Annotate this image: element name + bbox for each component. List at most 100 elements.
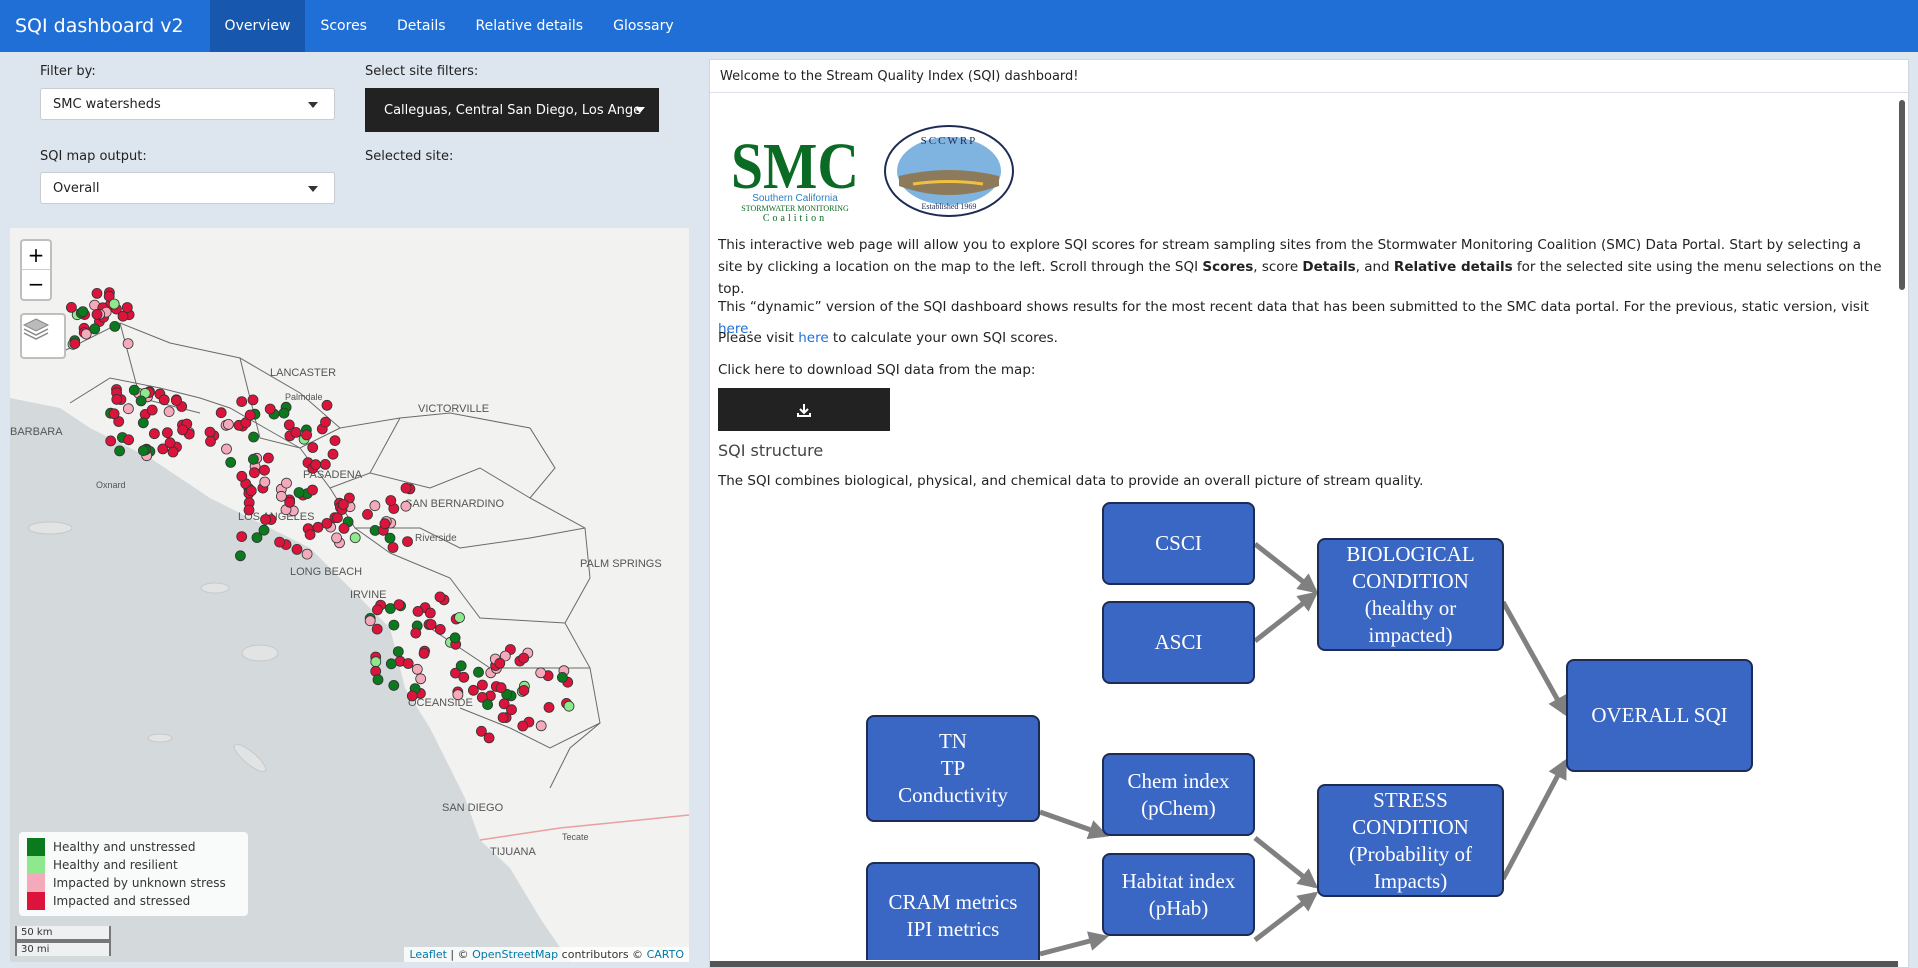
- site-marker[interactable]: [236, 470, 248, 482]
- site-marker[interactable]: [275, 490, 287, 502]
- site-marker[interactable]: [264, 403, 276, 415]
- site-marker[interactable]: [301, 429, 313, 441]
- zoom-out-button[interactable]: −: [22, 270, 50, 299]
- site-marker[interactable]: [161, 427, 173, 439]
- site-marker[interactable]: [319, 458, 331, 470]
- site-marker[interactable]: [476, 679, 488, 691]
- site-marker[interactable]: [400, 482, 412, 494]
- site-marker[interactable]: [385, 658, 397, 670]
- site-map[interactable]: LANCASTER Palmdale VICTORVILLE BARBARA O…: [10, 228, 689, 962]
- site-marker[interactable]: [307, 484, 318, 496]
- site-marker[interactable]: [111, 393, 123, 405]
- site-marker[interactable]: [320, 416, 331, 428]
- site-marker[interactable]: [425, 619, 437, 630]
- site-marker[interactable]: [388, 619, 400, 631]
- map-output-select[interactable]: Overall: [40, 172, 335, 204]
- site-marker[interactable]: [108, 408, 120, 420]
- site-marker[interactable]: [248, 431, 260, 443]
- site-marker[interactable]: [304, 529, 316, 541]
- site-marker[interactable]: [392, 646, 404, 658]
- site-marker[interactable]: [137, 445, 149, 457]
- site-marker[interactable]: [406, 690, 418, 702]
- site-marker[interactable]: [379, 518, 391, 530]
- site-marker[interactable]: [393, 599, 405, 611]
- carto-link[interactable]: CARTO: [647, 948, 684, 961]
- site-marker[interactable]: [563, 700, 575, 712]
- site-marker[interactable]: [148, 428, 160, 440]
- site-marker[interactable]: [434, 623, 446, 635]
- site-marker[interactable]: [77, 306, 89, 317]
- site-marker[interactable]: [274, 536, 286, 548]
- site-marker[interactable]: [331, 532, 343, 544]
- site-marker[interactable]: [329, 435, 341, 447]
- site-marker[interactable]: [402, 536, 413, 548]
- site-marker[interactable]: [258, 524, 270, 536]
- site-marker[interactable]: [387, 542, 399, 553]
- site-marker[interactable]: [467, 684, 479, 696]
- site-marker[interactable]: [222, 418, 234, 430]
- site-marker[interactable]: [321, 517, 333, 529]
- site-marker[interactable]: [338, 522, 350, 534]
- site-marker[interactable]: [291, 543, 303, 555]
- site-marker[interactable]: [170, 395, 182, 406]
- site-marker[interactable]: [236, 531, 248, 543]
- tab-relative-details[interactable]: Relative details: [461, 0, 599, 52]
- tab-glossary[interactable]: Glossary: [598, 0, 689, 52]
- site-marker[interactable]: [262, 452, 274, 464]
- site-marker[interactable]: [236, 396, 248, 408]
- leaflet-link[interactable]: Leaflet: [409, 948, 446, 961]
- site-marker[interactable]: [91, 288, 103, 299]
- site-marker[interactable]: [434, 591, 446, 603]
- site-marker[interactable]: [247, 394, 259, 406]
- site-marker[interactable]: [557, 671, 568, 683]
- site-marker[interactable]: [372, 674, 384, 686]
- site-marker[interactable]: [369, 500, 381, 512]
- site-marker[interactable]: [349, 532, 361, 544]
- site-marker[interactable]: [215, 407, 227, 419]
- site-marker[interactable]: [384, 532, 396, 544]
- site-marker[interactable]: [321, 399, 333, 411]
- site-marker[interactable]: [385, 495, 397, 506]
- site-marker[interactable]: [418, 647, 430, 659]
- site-marker[interactable]: [455, 660, 467, 672]
- site-marker[interactable]: [163, 406, 175, 418]
- site-marker[interactable]: [301, 548, 313, 560]
- site-marker[interactable]: [108, 298, 120, 310]
- site-marker[interactable]: [424, 607, 436, 619]
- site-marker[interactable]: [290, 426, 302, 438]
- site-marker[interactable]: [307, 442, 319, 453]
- site-marker[interactable]: [482, 699, 494, 711]
- site-marker[interactable]: [411, 663, 423, 675]
- site-marker[interactable]: [364, 615, 376, 627]
- site-marker[interactable]: [337, 499, 349, 510]
- site-marker[interactable]: [167, 446, 179, 458]
- site-marker[interactable]: [494, 657, 506, 669]
- tab-overview[interactable]: Overview: [209, 0, 306, 52]
- site-marker[interactable]: [225, 456, 237, 468]
- site-marker[interactable]: [158, 394, 170, 406]
- site-marker[interactable]: [412, 605, 424, 617]
- site-marker[interactable]: [415, 673, 427, 685]
- site-marker[interactable]: [66, 302, 77, 313]
- site-marker[interactable]: [221, 443, 232, 455]
- site-marker[interactable]: [497, 712, 509, 724]
- site-marker[interactable]: [449, 632, 461, 644]
- site-marker[interactable]: [260, 514, 271, 525]
- site-marker[interactable]: [80, 328, 92, 340]
- site-marker[interactable]: [518, 684, 530, 696]
- site-marker[interactable]: [327, 448, 339, 460]
- site-marker[interactable]: [454, 612, 465, 623]
- site-marker[interactable]: [109, 321, 121, 332]
- site-marker[interactable]: [495, 682, 507, 694]
- overview-content[interactable]: SMC Southern California STORMWATER MONIT…: [718, 94, 1893, 960]
- layers-button[interactable]: [20, 313, 66, 359]
- site-marker[interactable]: [402, 658, 414, 669]
- site-marker[interactable]: [278, 407, 290, 419]
- site-marker[interactable]: [388, 679, 400, 691]
- app-title[interactable]: SQI dashboard v2: [0, 0, 210, 52]
- site-marker[interactable]: [245, 485, 257, 497]
- site-marker[interactable]: [204, 426, 216, 438]
- site-marker[interactable]: [247, 453, 259, 465]
- site-marker[interactable]: [243, 504, 255, 516]
- site-marker[interactable]: [234, 550, 246, 562]
